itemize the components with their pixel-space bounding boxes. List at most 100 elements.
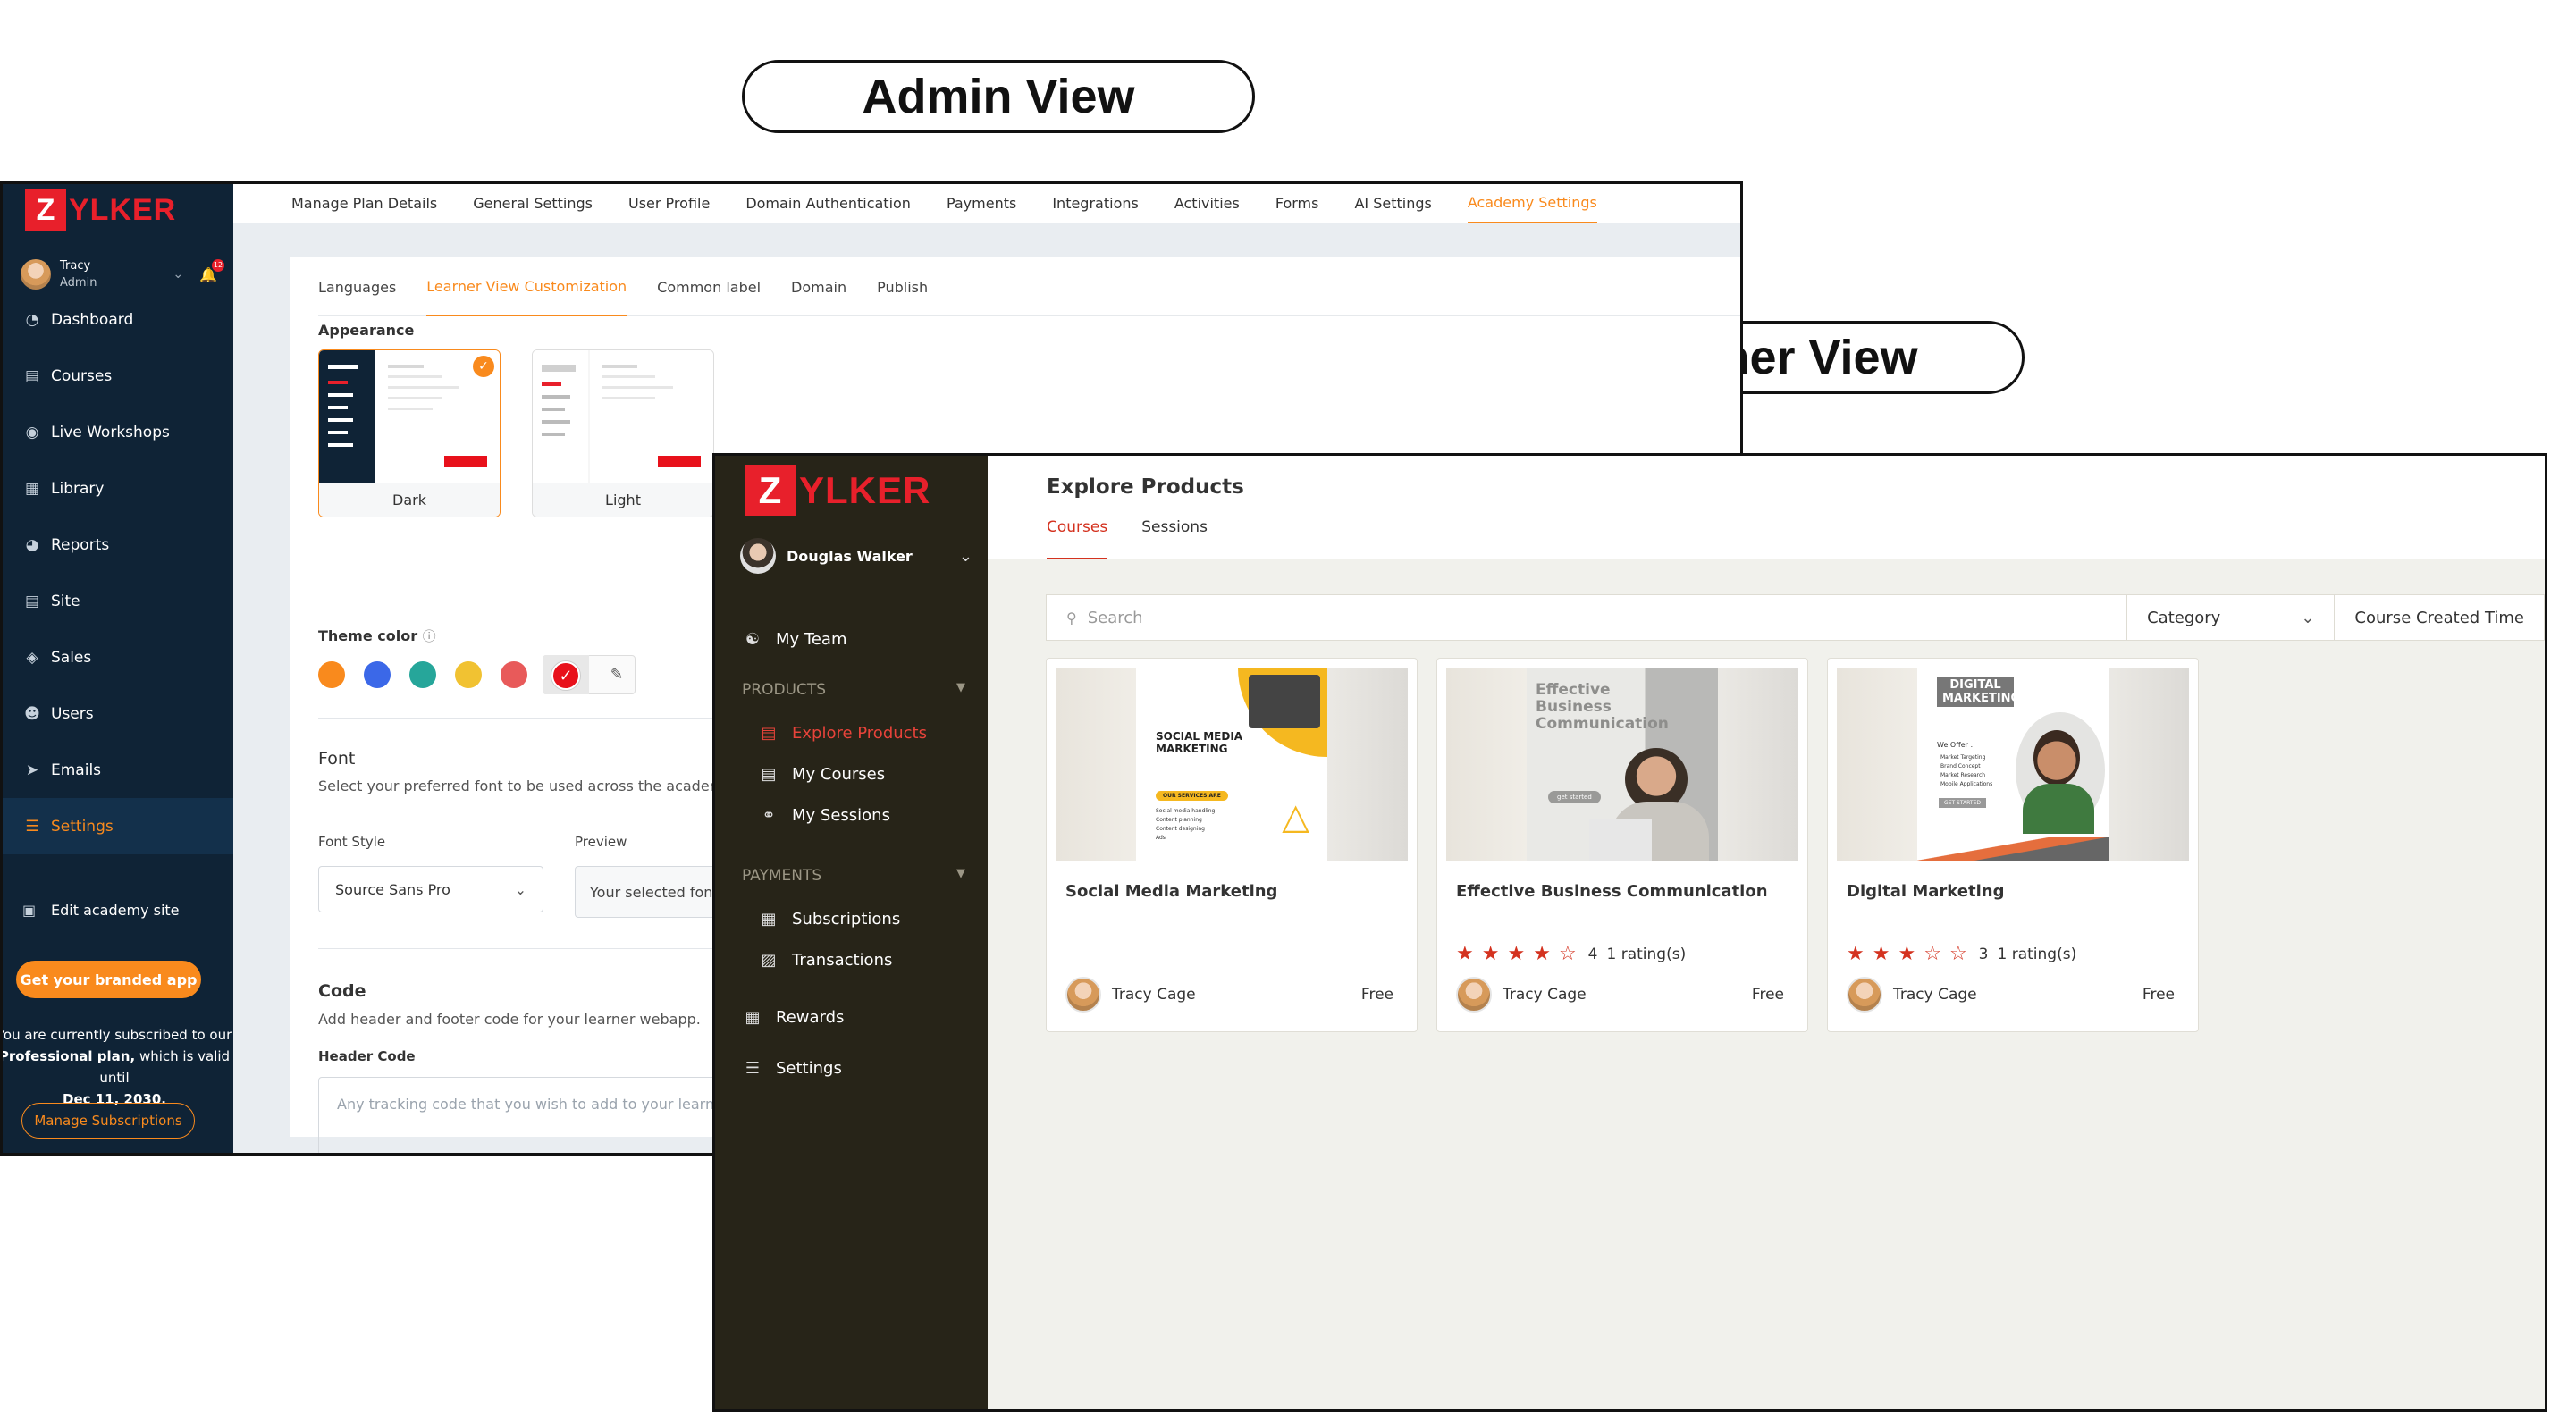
course-price: Free	[1751, 986, 1784, 1004]
sidebar-item-subscriptions[interactable]: ▦ Subscriptions	[758, 910, 900, 929]
tab-integrations[interactable]: Integrations	[1052, 184, 1139, 223]
course-card[interactable]: Effective Business Communication get sta…	[1436, 658, 1808, 1032]
subtab-languages[interactable]: Languages	[318, 257, 396, 316]
learner-user-profile[interactable]: Douglas Walker ⌄	[740, 538, 972, 574]
sidebar-item-settings[interactable]: ☰ Settings	[742, 1059, 842, 1078]
chevron-down-icon[interactable]: ⌄	[173, 267, 183, 282]
products-section[interactable]: PRODUCTS ▼	[742, 681, 965, 699]
color-swatch[interactable]	[364, 661, 391, 688]
courses-icon: ▤	[24, 366, 40, 385]
tab-activities[interactable]: Activities	[1174, 184, 1240, 223]
sidebar-item-emails[interactable]: ➤ Emails	[3, 742, 233, 798]
avatar	[740, 538, 776, 574]
settings-sliders-icon: ☰	[745, 1059, 761, 1078]
course-title[interactable]: Effective Business Communication	[1456, 882, 1768, 901]
avatar	[1847, 977, 1882, 1013]
subtab-learner-view-customization[interactable]: Learner View Customization	[426, 257, 627, 316]
dashboard-icon: ◔	[25, 310, 39, 329]
learner-view-window: Z YLKER Douglas Walker ⌄ ☯ My Team PRODUC…	[712, 453, 2547, 1412]
sidebar-item-live-workshops[interactable]: ◉ Live Workshops	[3, 404, 233, 460]
sessions-icon: ⚭	[762, 806, 776, 825]
reports-icon: ◕	[25, 535, 39, 554]
site-icon: ▤	[24, 592, 40, 610]
avatar	[1456, 977, 1492, 1013]
subtab-common-label[interactable]: Common label	[657, 257, 761, 316]
search-icon: ⚲	[1066, 609, 1077, 626]
font-heading: Font	[318, 749, 356, 769]
sidebar-item-library[interactable]: ▦ Library	[3, 460, 233, 517]
sidebar-item-courses[interactable]: ▤ Courses	[3, 348, 233, 404]
star-filled-icon: ★	[1533, 943, 1551, 965]
sidebar-item-settings[interactable]: ☰ Settings	[3, 798, 233, 854]
zylker-logo[interactable]: Z YLKER	[25, 189, 176, 231]
sidebar-item-users[interactable]: ☻ Users	[3, 685, 233, 742]
info-icon[interactable]: ⓘ	[423, 628, 436, 644]
zylker-logo[interactable]: Z YLKER	[745, 465, 930, 516]
course-title[interactable]: Social Media Marketing	[1065, 882, 1277, 901]
notification-badge: 12	[212, 258, 224, 272]
subscriptions-icon: ▦	[761, 910, 777, 929]
code-heading: Code	[318, 981, 366, 1001]
tab-ai-settings[interactable]: AI Settings	[1354, 184, 1431, 223]
sidebar-item-site[interactable]: ▤ Site	[3, 573, 233, 629]
course-created-time-filter[interactable]: Course Created Time	[2334, 594, 2544, 641]
get-branded-app-button[interactable]: Get your branded app	[16, 961, 201, 998]
payments-section[interactable]: PAYMENTS ▼	[742, 867, 965, 885]
sidebar-item-reports[interactable]: ◕ Reports	[3, 517, 233, 573]
bell-icon[interactable]: 🔔 12	[199, 258, 224, 283]
subtab-publish[interactable]: Publish	[877, 257, 928, 316]
font-style-label: Font Style	[318, 834, 386, 850]
tab-domain-authentication[interactable]: Domain Authentication	[745, 184, 911, 223]
tab-academy-settings[interactable]: Academy Settings	[1467, 184, 1597, 223]
caret-down-icon: ▼	[956, 681, 965, 694]
course-card[interactable]: DIGITAL MARKETING We Offer : Market Targ…	[1827, 658, 2199, 1032]
rewards-icon: ▦	[745, 1008, 761, 1027]
tab-sessions[interactable]: Sessions	[1141, 518, 1208, 559]
color-swatch[interactable]	[501, 661, 527, 688]
category-filter[interactable]: Category ⌄	[2126, 594, 2334, 641]
tab-courses[interactable]: Courses	[1047, 518, 1108, 559]
edit-academy-site-link[interactable]: ▣ Edit academy site	[22, 902, 180, 919]
manage-subscriptions-button[interactable]: Manage Subscriptions	[21, 1103, 195, 1139]
learner-sidebar: Z YLKER Douglas Walker ⌄ ☯ My Team PRODUC…	[715, 456, 988, 1409]
sidebar-item-my-sessions[interactable]: ⚭ My Sessions	[758, 806, 890, 825]
sidebar-item-transactions[interactable]: ▨ Transactions	[758, 951, 892, 970]
sidebar-item-rewards[interactable]: ▦ Rewards	[742, 1008, 844, 1027]
sidebar-item-sales[interactable]: ◈ Sales	[3, 629, 233, 685]
color-swatch[interactable]	[455, 661, 482, 688]
avatar	[21, 259, 51, 290]
sidebar-item-my-courses[interactable]: ▤ My Courses	[758, 765, 885, 784]
tab-general-settings[interactable]: General Settings	[473, 184, 593, 223]
admin-user-profile[interactable]: Tracy Admin ⌄ 🔔 12	[21, 257, 224, 291]
star-filled-icon: ★	[1872, 943, 1890, 965]
tab-payments[interactable]: Payments	[947, 184, 1016, 223]
tab-forms[interactable]: Forms	[1275, 184, 1319, 223]
sidebar-item-dashboard[interactable]: ◔ Dashboard	[3, 291, 233, 348]
subtab-domain[interactable]: Domain	[791, 257, 846, 316]
edit-site-icon: ▣	[22, 902, 37, 919]
emails-icon: ➤	[25, 761, 39, 779]
course-author: Tracy Cage	[1456, 977, 1587, 1013]
font-style-select[interactable]: Source Sans Pro ⌄	[318, 866, 543, 912]
chevron-down-icon[interactable]: ⌄	[959, 547, 972, 566]
color-swatch[interactable]	[409, 661, 436, 688]
laptop-icon	[1249, 675, 1320, 728]
course-thumbnail: Effective Business Communication get sta…	[1446, 668, 1798, 861]
tab-manage-plan-details[interactable]: Manage Plan Details	[291, 184, 437, 223]
search-input[interactable]: ⚲ Search	[1047, 609, 2126, 627]
pencil-icon[interactable]: ✎	[603, 661, 630, 688]
explore-products-icon: ▤	[761, 724, 777, 743]
course-card[interactable]: SOCIAL MEDIA MARKETING OUR SERVICES ARE …	[1046, 658, 1418, 1032]
sidebar-item-explore-products[interactable]: ▤ Explore Products	[758, 724, 927, 743]
color-swatch[interactable]	[318, 661, 345, 688]
appearance-light-option[interactable]: Light	[532, 349, 714, 517]
sidebar-item-my-team[interactable]: ☯ My Team	[742, 630, 847, 649]
appearance-dark-option[interactable]: ✓ Dark	[318, 349, 501, 517]
star-filled-icon: ★	[1847, 943, 1865, 965]
tab-user-profile[interactable]: User Profile	[628, 184, 710, 223]
selected-color-swatch[interactable]: ✓	[551, 661, 580, 690]
course-author: Tracy Cage	[1847, 977, 1977, 1013]
users-icon: ☻	[24, 704, 40, 723]
course-title[interactable]: Digital Marketing	[1847, 882, 2004, 901]
page-title: Explore Products	[1047, 475, 1244, 499]
